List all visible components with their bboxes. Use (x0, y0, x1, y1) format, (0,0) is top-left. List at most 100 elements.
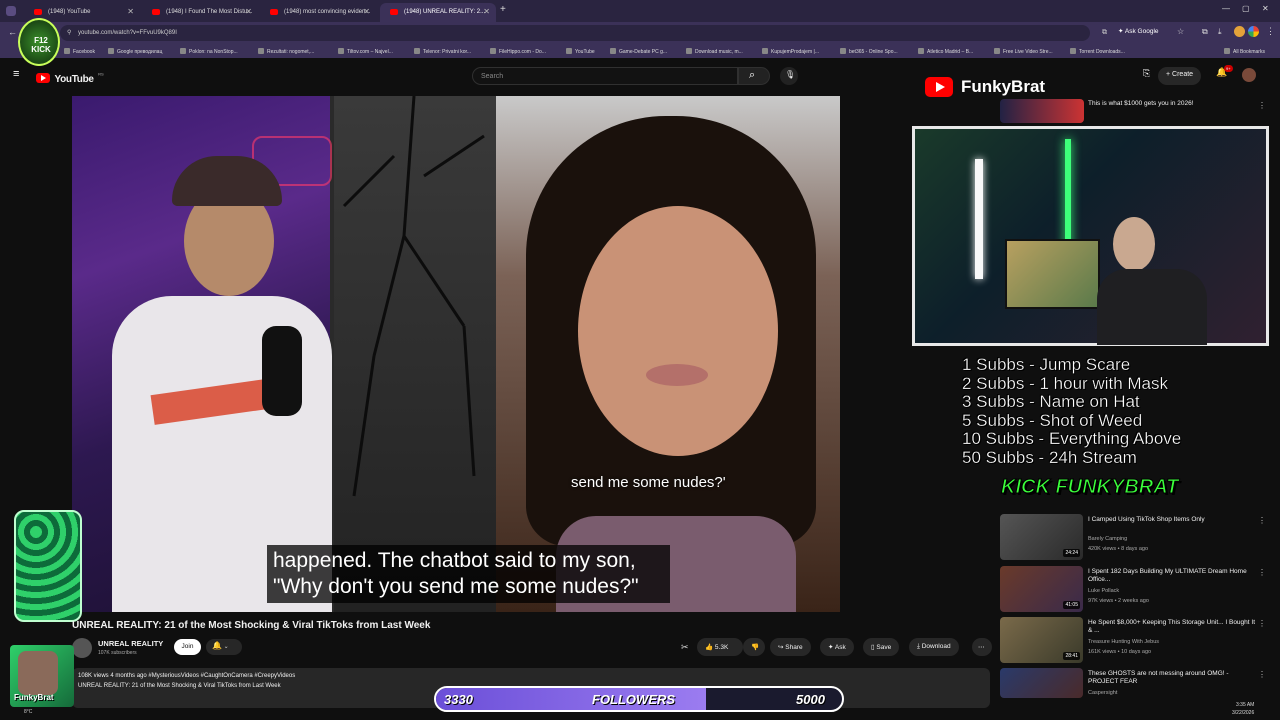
tab-label: (1948) YouTube (48, 9, 91, 15)
country-code: RS (98, 71, 104, 77)
site-info-icon[interactable]: ⚲ (67, 29, 71, 36)
bookmark-item[interactable]: Free Live Video Stre... (994, 48, 1053, 55)
f12-kick-logo: F12 KICK (18, 18, 60, 66)
save-button[interactable]: ▯ Save (863, 638, 900, 656)
channel-name[interactable]: Caspersight (1088, 690, 1117, 696)
all-bookmarks[interactable]: All Bookmarks (1224, 48, 1265, 55)
more-actions-button[interactable]: ⋯ (972, 638, 992, 656)
new-tab-button[interactable]: + (500, 4, 506, 15)
url-field[interactable]: ⚲ youtube.com/watch?v=FFvuU9kQ89I ⧉ (60, 25, 1107, 41)
video-title[interactable]: These GHOSTS are not messing around OMG!… (1088, 670, 1258, 686)
voice-search-button[interactable]: 🎙 (780, 67, 798, 85)
clock-time: 3:35 AM (1236, 702, 1255, 708)
video-thumbnail[interactable]: 28:41 (1000, 617, 1083, 663)
video-thumbnail[interactable]: 41:05 (1000, 566, 1083, 612)
profile-avatar[interactable] (1234, 26, 1245, 37)
video-title[interactable]: He Spent $8,000+ Keeping This Storage Un… (1088, 619, 1258, 635)
close-icon[interactable]: ✕ (363, 7, 370, 16)
bookmark-item[interactable]: bet365 - Online Spo... (840, 48, 898, 55)
bookmark-item[interactable]: Download music, m... (686, 48, 743, 55)
channel-name[interactable]: Luke Pollack (1088, 588, 1119, 594)
bookmark-item[interactable]: Telenor: Privatni kor... (414, 48, 471, 55)
video-thumbnail[interactable] (1000, 99, 1084, 123)
search-button[interactable]: ⌕ (738, 67, 770, 85)
close-window-button[interactable]: ✕ (1262, 4, 1269, 13)
video-meta: 420K views • 8 days ago (1088, 546, 1149, 552)
back-icon[interactable]: ← (8, 27, 17, 37)
bookmark-item[interactable]: Facebook (64, 48, 95, 55)
followers-goal-bar: 3330 FOLLOWERS 5000 (434, 686, 844, 712)
bookmark-item[interactable]: Torrent Downloads... (1070, 48, 1125, 55)
ask-button[interactable]: ✦ Ask (820, 638, 854, 656)
recommendation-item[interactable]: These GHOSTS are not messing around OMG!… (1000, 668, 1270, 698)
extensions-icon[interactable]: ⧉ (1202, 27, 1208, 37)
funkybrat-brand: FunkyBrat (925, 74, 1075, 100)
tab-search-button[interactable] (6, 6, 16, 16)
browser-tab[interactable]: (1948) I Found The Most Distu... ✕ (142, 3, 258, 22)
channel-name[interactable]: Treasure Hunting With Jebus (1088, 639, 1159, 645)
goal-item: 5 Subbs - Shot of Weed (962, 410, 1143, 430)
recommendation-item[interactable]: This is what $1000 gets you in 2026! ⋮ (1000, 99, 1270, 123)
followers-goal: 5000 (796, 692, 825, 707)
close-icon[interactable]: ✕ (127, 7, 134, 16)
bookmark-item[interactable]: Google преводилац (108, 48, 162, 55)
channel-name[interactable]: UNREAL REALITY (98, 639, 163, 648)
more-options-icon[interactable]: ⋮ (1258, 568, 1266, 577)
cast-icon[interactable]: ⎘ (1143, 68, 1150, 79)
subscribed-bell-button[interactable]: 🔔 ⌄ (206, 639, 242, 655)
video-thumbnail[interactable] (1000, 668, 1083, 698)
bookmark-item[interactable]: Tiltov.com – Najvel... (338, 48, 393, 55)
share-label: Share (785, 644, 803, 651)
bookmark-item[interactable]: YouTube (566, 48, 595, 55)
channel-name[interactable]: Barely Camping (1088, 536, 1127, 542)
bookmark-item[interactable]: Rezultati: nogomet,... (258, 48, 314, 55)
goal-item: 10 Subbs - Everything Above (962, 429, 1182, 448)
maximize-button[interactable]: ▢ (1242, 4, 1250, 13)
video-title[interactable]: I Camped Using TikTok Shop Items Only (1088, 516, 1258, 524)
search-input[interactable]: Search (472, 67, 738, 85)
browser-tab[interactable]: (1948) most convincing eviden... ✕ (260, 3, 376, 22)
google-icon[interactable] (1248, 26, 1259, 37)
avatar-face (18, 651, 58, 695)
close-icon[interactable]: ✕ (245, 7, 252, 16)
bookmark-item[interactable]: Poklon: na NonStop... (180, 48, 238, 55)
bookmark-item[interactable]: FileHippo.com - Do... (490, 48, 546, 55)
channel-avatar[interactable] (72, 638, 92, 658)
bookmark-item[interactable]: KupujemProdajem |... (762, 48, 819, 55)
download-button[interactable]: ⤓ Download (909, 638, 959, 656)
recommendation-item[interactable]: 28:41 He Spent $8,000+ Keeping This Stor… (1000, 617, 1270, 663)
search-icon: ⌕ (749, 69, 756, 81)
video-player[interactable] (72, 96, 840, 612)
star-icon[interactable]: ☆ (1177, 27, 1184, 36)
menu-kebab-icon[interactable]: ⋮ (1266, 26, 1275, 37)
video-title[interactable]: I Spent 182 Days Building My ULTIMATE Dr… (1088, 568, 1258, 584)
more-options-icon[interactable]: ⋮ (1258, 516, 1266, 525)
recommendation-item[interactable]: 24:24 I Camped Using TikTok Shop Items O… (1000, 514, 1270, 560)
create-button[interactable]: + Create (1158, 67, 1202, 85)
clip-icon[interactable]: ✂ (681, 642, 689, 653)
hamburger-menu-icon[interactable]: ≡ (13, 68, 19, 80)
address-bar-row: ← → ↻ ⚲ youtube.com/watch?v=FFvuU9kQ89I … (0, 22, 1280, 44)
downloads-icon[interactable]: ⤓ (1218, 27, 1222, 37)
kick-funkybrat-banner: KICK FUNKYBRAT (1000, 476, 1179, 499)
account-avatar[interactable] (1242, 68, 1256, 82)
video-thumbnail[interactable]: 24:24 (1000, 514, 1083, 560)
minimize-button[interactable]: — (1222, 4, 1230, 13)
youtube-logo[interactable]: YouTube RS (36, 69, 104, 87)
video-title[interactable]: This is what $1000 gets you in 2026! (1088, 100, 1258, 108)
more-options-icon[interactable]: ⋮ (1258, 101, 1266, 110)
bookmark-item[interactable]: Game-Debate PC g... (610, 48, 667, 55)
join-button[interactable]: Join (174, 639, 201, 655)
youtube-favicon-icon (34, 9, 42, 15)
close-icon[interactable]: ✕ (483, 7, 490, 16)
dislike-button[interactable]: 👎 (743, 638, 765, 656)
install-icon[interactable]: ⧉ (1102, 29, 1107, 37)
ask-google-button[interactable]: ✦ Ask Google (1118, 27, 1159, 35)
more-options-icon[interactable]: ⋮ (1258, 619, 1266, 628)
bookmark-item[interactable]: Atletico Madrid – B... (918, 48, 973, 55)
like-button[interactable]: 👍 5.3K (697, 638, 743, 656)
share-button[interactable]: ↪ Share (770, 638, 811, 656)
more-options-icon[interactable]: ⋮ (1258, 670, 1266, 679)
recommendation-item[interactable]: 41:05 I Spent 182 Days Building My ULTIM… (1000, 566, 1270, 612)
browser-tab-active[interactable]: (1948) UNREAL REALITY: 2... ✕ (380, 3, 496, 22)
